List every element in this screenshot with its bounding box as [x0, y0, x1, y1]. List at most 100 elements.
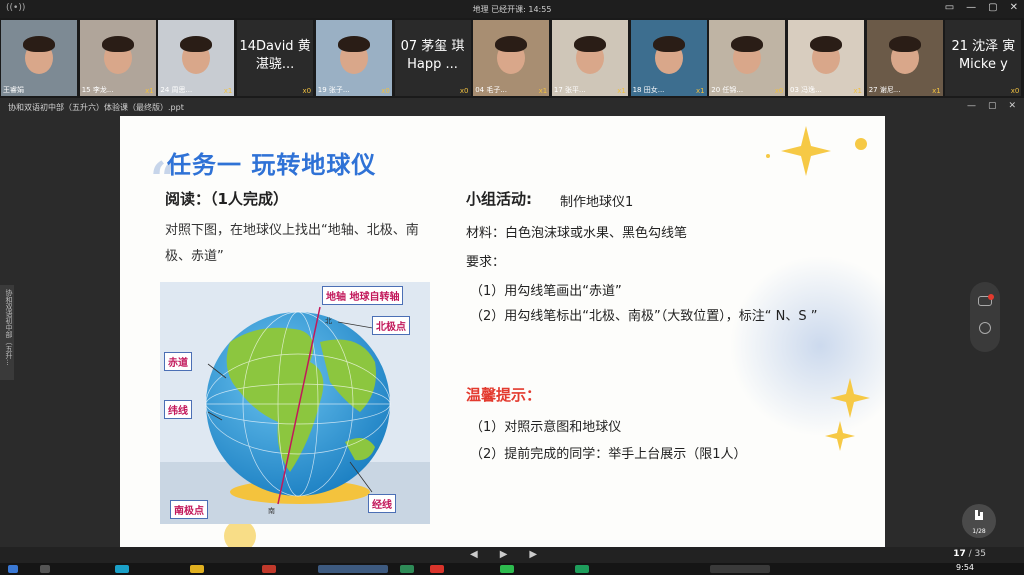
- participant-name: 27 谢尼...: [868, 86, 901, 94]
- tip-heading: 温馨提示：: [466, 386, 542, 404]
- group-title: 制作地球仪1: [560, 195, 634, 210]
- participant-name: 24 周思...: [160, 86, 193, 94]
- participant-tile[interactable]: 04 毛子... x1: [473, 20, 550, 96]
- slide: “ 任务一 玩转地球仪 阅读：（1人完成） 对照下图，在地球仪上找出“地轴、北极…: [120, 116, 885, 547]
- participant-name: 15 李龙...: [81, 86, 114, 94]
- tip-1: （1）对照示意图和地球仪: [470, 420, 622, 435]
- app-icon-wechat[interactable]: [500, 565, 514, 573]
- participant-video-hair: [652, 36, 685, 52]
- trophy-count: x1: [538, 87, 548, 95]
- trophy-count: x0: [1010, 87, 1020, 95]
- participant-tile[interactable]: 20 任锦... x0: [709, 20, 786, 96]
- globe-label-equator: 赤道: [164, 352, 192, 371]
- app-icon-pdf[interactable]: [430, 565, 444, 573]
- window-controls: ▭ — ▢ ✕: [945, 2, 1018, 13]
- globe-label-n: 北: [325, 317, 332, 325]
- participant-tile[interactable]: 03 冯逸... x1: [788, 20, 864, 96]
- app-icon-classroom[interactable]: [318, 565, 388, 573]
- participant-tile[interactable]: 14David 黄湛骁... x0: [237, 20, 314, 96]
- trophy-count: x1: [223, 87, 233, 95]
- participant-tile[interactable]: 07 茅玺 琪Happ ... x0: [394, 20, 471, 96]
- globe-label-south-pole: 南极点: [170, 500, 208, 519]
- participant-name: 04 毛子...: [475, 86, 507, 94]
- participant-name: 王睿娟: [3, 86, 24, 94]
- participant-video-hair: [101, 36, 134, 52]
- globe-label-latitude: 纬线: [164, 400, 192, 419]
- requirement-2: （2）用勾线笔标出“北极、南极”（大致位置），标注“ N、S ”: [470, 309, 818, 324]
- participant-tile[interactable]: 王睿娟: [1, 20, 77, 96]
- raise-hand-button[interactable]: 1/28: [962, 504, 996, 538]
- participant-name: 20 任锦...: [711, 86, 744, 94]
- participant-display-name: 21 沈泽 寅Micke y: [951, 39, 1016, 72]
- file-name: 协和双语初中部（五升六）体验课（最终版）.ppt: [8, 103, 184, 112]
- side-tools-panel: [970, 282, 1000, 352]
- prev-slide-button[interactable]: ◀: [470, 549, 478, 560]
- participant-tile[interactable]: 17 张平... x1: [551, 20, 628, 96]
- trophy-count: x1: [695, 87, 705, 95]
- search-icon[interactable]: [40, 565, 50, 573]
- minimize-button[interactable]: —: [966, 2, 976, 13]
- app-icon-terminal[interactable]: [400, 565, 414, 573]
- participant-tile[interactable]: 24 周思... x1: [158, 20, 235, 96]
- raise-hand-count: 1/28: [972, 528, 986, 535]
- trophy-count: x1: [932, 87, 941, 95]
- start-icon[interactable]: [8, 565, 18, 573]
- app-icon-excel[interactable]: [575, 565, 589, 573]
- participant-video-hair: [180, 36, 213, 52]
- participant-video-hair: [731, 36, 764, 52]
- file-restore-button[interactable]: ▢: [988, 101, 997, 111]
- participant-tile[interactable]: 27 谢尼... x1: [866, 20, 943, 96]
- window-title: 地理 已经开课: 14:55: [472, 5, 552, 14]
- participant-video-hair: [495, 36, 528, 52]
- trophy-count: x0: [459, 87, 469, 95]
- app-icon-ppt[interactable]: [262, 565, 276, 573]
- participant-video-hair: [810, 36, 842, 52]
- file-close-button[interactable]: ✕: [1008, 101, 1016, 111]
- participant-video-hair: [23, 36, 55, 52]
- globe-label-axis: 地轴 地球自转轴: [322, 286, 404, 305]
- page-current: 17: [953, 549, 966, 559]
- participant-tile[interactable]: 15 李龙... x1: [79, 20, 156, 96]
- close-button[interactable]: ✕: [1010, 2, 1018, 13]
- notification-dot: [988, 294, 994, 300]
- file-minimize-button[interactable]: —: [967, 101, 976, 111]
- slide-nav-controls: ◀ ▶ ▶: [470, 549, 537, 560]
- app-icon-browser[interactable]: [115, 565, 129, 573]
- members-icon[interactable]: [979, 322, 991, 334]
- globe-illustration: 地轴 地球自转轴 北极点 赤道 纬线 南极点 经线 北 南: [160, 282, 430, 524]
- trophy-count: x0: [302, 87, 312, 95]
- taskbar-clock: 9:54: [956, 563, 974, 572]
- participant-display-name: 07 茅玺 琪Happ ...: [400, 39, 465, 72]
- participant-tile[interactable]: 18 田女... x1: [630, 20, 707, 96]
- app-icon-folder[interactable]: [190, 565, 204, 573]
- next-slide-button[interactable]: ▶: [529, 549, 537, 560]
- participant-name: 18 田女...: [632, 86, 665, 94]
- read-text: 对照下图，在地球仪上找出“地轴、北极、南极、赤道”: [165, 223, 419, 264]
- trophy-count: x0: [774, 87, 784, 95]
- pip-button[interactable]: ▭: [945, 2, 954, 13]
- page-sep: /: [965, 549, 975, 559]
- trophy-count: x1: [145, 87, 154, 95]
- globe-label-north-pole: 北极点: [372, 316, 410, 335]
- participant-display-name: 14David 黄湛骁...: [239, 39, 311, 72]
- maximize-button[interactable]: ▢: [988, 2, 997, 13]
- participant-strip: 王睿娟 15 李龙... x1 24 周思... x1 14David 黄湛骁... x0 1…: [0, 18, 1024, 98]
- slide-nav-bar: ◀ ▶ ▶ 17 / 35: [0, 547, 1024, 563]
- globe-label-longitude: 经线: [368, 494, 396, 513]
- participant-name: 19 张子...: [317, 86, 350, 94]
- hand-icon: [975, 510, 983, 520]
- group-heading: 小组活动:: [466, 190, 532, 208]
- side-tab[interactable]: 协和双语初中部（五升...: [0, 285, 14, 380]
- participant-tile[interactable]: 19 张子... x0: [315, 20, 392, 96]
- play-button[interactable]: ▶: [500, 549, 508, 560]
- trophy-count: x1: [853, 87, 862, 95]
- participant-tile[interactable]: 21 沈泽 寅Micke y x0: [945, 20, 1022, 96]
- trophy-count: x1: [617, 87, 626, 95]
- file-window-controls: — ▢ ✕: [967, 101, 1016, 111]
- participant-video-hair: [337, 36, 370, 52]
- participant-name: 03 冯逸...: [790, 86, 822, 94]
- participant-video-hair: [888, 36, 921, 52]
- app-icon-active[interactable]: [710, 565, 770, 573]
- page-indicator: 17 / 35: [953, 549, 986, 559]
- participant-name: 17 张平...: [553, 86, 586, 94]
